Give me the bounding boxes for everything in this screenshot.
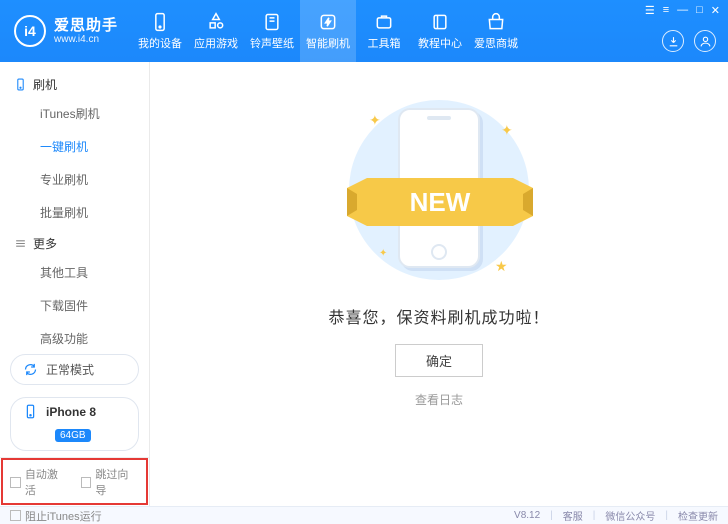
tool-icon [374,12,394,32]
svg-text:NEW: NEW [410,187,471,217]
nav-item-flash[interactable]: 智能刷机 [300,0,356,62]
phone-icon [23,404,38,419]
option-checkbox[interactable]: 自动激活 [10,466,69,498]
top-nav: 我的设备应用游戏铃声壁纸智能刷机工具箱教程中心爱思商城 [132,0,524,62]
footer-link-wechat[interactable]: 微信公众号 [605,508,655,523]
nav-item-apps[interactable]: 应用游戏 [188,0,244,62]
option-checkbox[interactable]: 跳过向导 [81,466,140,498]
sidebar-bottom-options: 自动激活跳过向导 [0,457,149,506]
checkbox-icon [10,477,21,488]
window-control[interactable]: ✕ [711,4,720,17]
apps-icon [206,12,226,32]
ok-button[interactable]: 确定 [395,344,483,377]
sparkle-icon: ✦ [369,112,379,122]
flash-icon [318,12,338,32]
nav-item-device[interactable]: 我的设备 [132,0,188,62]
block-itunes-checkbox[interactable]: 阻止iTunes运行 [10,508,102,524]
main-content: ✦ ✦ ✦ ★ NEW 恭喜您，保资料刷机成功啦！ 确定 查看日志 [150,62,728,506]
nav-item-book[interactable]: 教程中心 [412,0,468,62]
success-illustration: ✦ ✦ ✦ ★ NEW [319,92,559,292]
nav-item-ring[interactable]: 铃声壁纸 [244,0,300,62]
success-message: 恭喜您，保资料刷机成功啦！ [328,304,549,328]
book-icon [430,12,450,32]
refresh-icon [23,362,38,377]
brand-logo-icon: i4 [14,15,46,47]
window-controls: ☰ ≡ — □ ✕ [645,4,720,17]
user-icon[interactable] [694,30,716,52]
sparkle-icon: ✦ [501,122,511,132]
sidebar-item[interactable]: 一键刷机 [0,130,149,163]
brand-domain: www.i4.cn [54,34,118,46]
footer-link-update[interactable]: 检查更新 [678,508,718,523]
storage-badge: 64GB [55,429,91,442]
brand-name: 爱思助手 [54,17,118,34]
window-control[interactable]: — [677,4,688,17]
new-banner-icon: NEW [347,178,533,230]
sidebar: 刷机iTunes刷机一键刷机专业刷机批量刷机更多其他工具下载固件高级功能 正常模… [0,62,150,506]
view-log-link[interactable]: 查看日志 [415,391,463,408]
device-icon [150,12,170,32]
sidebar-item[interactable]: 下载固件 [0,289,149,322]
version-label: V8.12 [514,510,540,521]
window-control[interactable]: ☰ [645,4,655,17]
sparkle-icon: ✦ [379,248,389,258]
mode-label: 正常模式 [46,361,94,378]
sidebar-item[interactable]: 其他工具 [0,256,149,289]
app-brand: i4 爱思助手 www.i4.cn [0,15,128,47]
ring-icon [262,12,282,32]
footer-link-support[interactable]: 客服 [563,508,583,523]
window-control[interactable]: □ [696,4,703,17]
status-bar: 阻止iTunes运行 V8.12 | 客服 | 微信公众号 | 检查更新 [0,506,728,524]
nav-item-shop[interactable]: 爱思商城 [468,0,524,62]
mode-pill[interactable]: 正常模式 [10,354,139,385]
device-name: iPhone 8 [46,405,96,419]
device-pill[interactable]: iPhone 8 64GB [10,397,139,451]
sidebar-item[interactable]: iTunes刷机 [0,97,149,130]
sidebar-item[interactable]: 高级功能 [0,322,149,348]
sidebar-item[interactable]: 专业刷机 [0,163,149,196]
nav-item-tool[interactable]: 工具箱 [356,0,412,62]
sidebar-group-header[interactable]: 刷机 [0,70,149,97]
sidebar-group-header[interactable]: 更多 [0,229,149,256]
menu-icon [14,237,27,250]
window-control[interactable]: ≡ [663,4,669,17]
sidebar-item[interactable]: 批量刷机 [0,196,149,229]
checkbox-icon [81,477,92,488]
sparkle-icon: ★ [495,258,505,268]
phone-icon [14,78,27,91]
download-icon[interactable] [662,30,684,52]
shop-icon [486,12,506,32]
